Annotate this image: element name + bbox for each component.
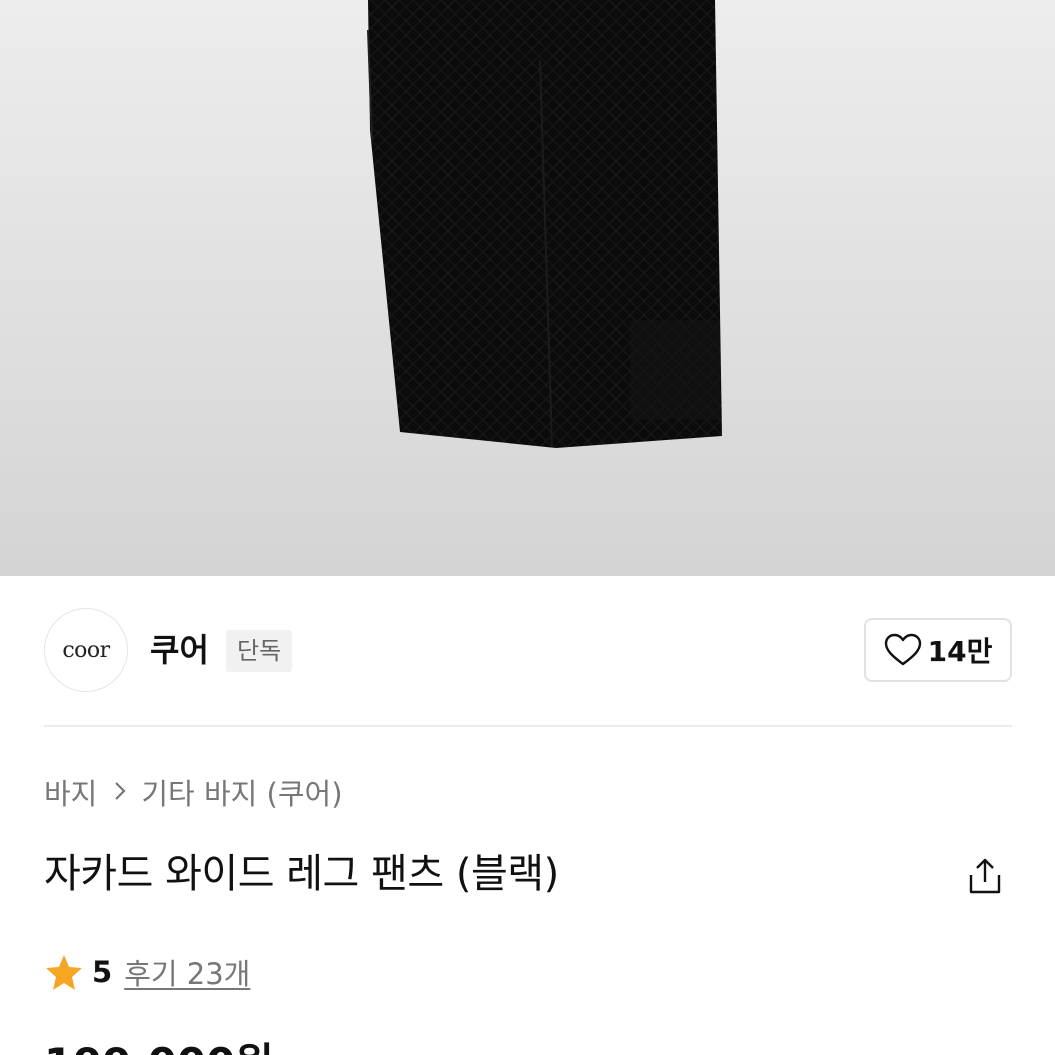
star-icon xyxy=(46,955,82,990)
heart-outline-icon xyxy=(884,633,921,666)
rating-row: 5 후기 23개 xyxy=(44,950,250,994)
breadcrumb: 바지 기타 바지 (쿠어) xyxy=(44,774,343,814)
review-link[interactable]: 후기 23개 xyxy=(124,951,250,993)
breadcrumb-item-pants[interactable]: 바지 xyxy=(44,774,97,814)
price: 199,000원 xyxy=(44,1036,274,1055)
chevron-right-icon xyxy=(113,774,127,814)
brand-logo[interactable]: coor xyxy=(44,608,128,692)
product-image[interactable] xyxy=(0,0,1055,576)
rating-score: 5 xyxy=(92,955,113,989)
brand-name[interactable]: 쿠어 xyxy=(150,630,209,670)
exclusive-badge: 단독 xyxy=(226,630,293,672)
like-button[interactable]: 14만 xyxy=(864,618,1012,682)
product-title: 자카드 와이드 레그 팬츠 (블랙) xyxy=(44,851,559,897)
like-count: 14만 xyxy=(927,635,993,668)
brand-row: coor 쿠어 단독 14만 xyxy=(44,608,1012,692)
share-icon xyxy=(969,858,1001,894)
share-button[interactable] xyxy=(960,852,1010,902)
pants-image xyxy=(367,0,722,448)
breadcrumb-item-other-pants[interactable]: 기타 바지 (쿠어) xyxy=(141,774,342,814)
divider xyxy=(44,725,1012,727)
brand-logo-text: coor xyxy=(62,637,110,663)
